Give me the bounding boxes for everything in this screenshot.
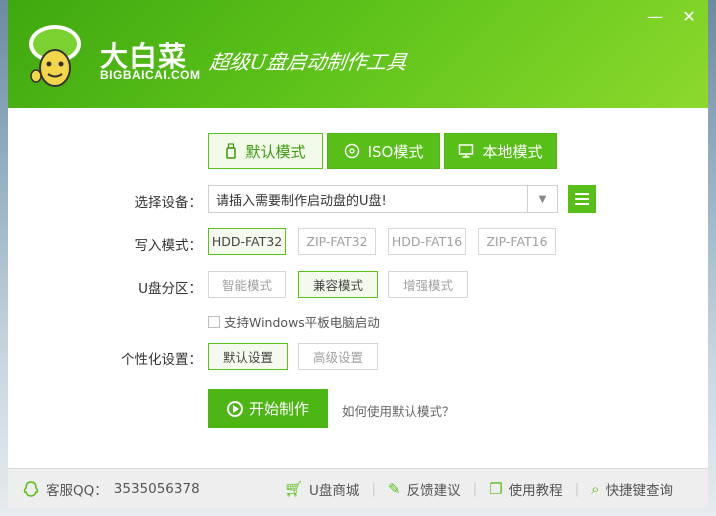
footer-shortcut-query[interactable]: ⌕ 快捷键查询 <box>591 479 673 499</box>
personalize-default-button[interactable]: 默认设置 <box>208 343 288 370</box>
search-icon: ⌕ <box>591 479 600 498</box>
chevron-down-icon[interactable]: ▼ <box>527 186 557 212</box>
disc-icon <box>344 143 359 159</box>
slogan: 超级U盘启动制作工具 <box>208 50 409 74</box>
start-button-label: 开始制作 <box>248 400 309 418</box>
device-label: 选择设备： <box>134 195 203 211</box>
feedback-icon: ✎ <box>388 479 401 498</box>
main-panel: 默认模式 ISO模式 本地模式 选择设备： 请插入需要制作启动盘的U盘! ▼ 写… <box>8 108 708 468</box>
footer-item-label: 使用教程 <box>508 482 563 499</box>
tablet-support-option[interactable]: 支持Windows平板电脑启动 <box>208 312 380 331</box>
window-controls: — ✕ <box>646 8 698 26</box>
write-mode-zip-fat32[interactable]: ZIP-FAT32 <box>298 228 376 255</box>
help-link[interactable]: 如何使用默认模式？ <box>342 401 455 420</box>
device-select-value: 请插入需要制作启动盘的U盘! <box>216 193 387 209</box>
book-icon: ❐ <box>489 479 503 498</box>
footer-usb-shop[interactable]: 🛒︎ U盘商城 <box>284 479 359 499</box>
footer-divider: | <box>371 480 376 497</box>
write-mode-label: 写入模式： <box>134 238 203 254</box>
qq-icon <box>23 480 39 497</box>
footer-divider: | <box>574 480 580 497</box>
footer-divider: | <box>472 480 478 497</box>
tab-label: 本地模式 <box>482 142 543 161</box>
partition-label: U盘分区： <box>138 281 202 297</box>
footer-item-label: U盘商城 <box>309 482 360 499</box>
footer-bar: 客服QQ： 3535056378 🛒︎ U盘商城 | ✎ 反馈建议 | ❐ 使用… <box>8 468 708 508</box>
write-mode-zip-fat16[interactable]: ZIP-FAT16 <box>478 228 556 255</box>
tab-iso-mode[interactable]: ISO模式 <box>327 133 440 169</box>
start-button[interactable]: 开始制作 <box>208 389 328 428</box>
monitor-icon <box>459 144 474 158</box>
mode-tabs: 默认模式 ISO模式 本地模式 <box>208 133 557 169</box>
personalize-advanced-button[interactable]: 高级设置 <box>298 343 378 370</box>
minimize-button[interactable]: — <box>646 8 664 26</box>
tablet-support-label: 支持Windows平板电脑启动 <box>224 315 380 330</box>
device-select[interactable]: 请插入需要制作启动盘的U盘! ▼ <box>208 185 558 213</box>
play-icon <box>226 400 243 417</box>
tab-label: ISO模式 <box>367 142 424 161</box>
customer-service-qq: 客服QQ： 3535056378 <box>22 479 262 499</box>
personalize-label: 个性化设置： <box>121 352 202 368</box>
menu-icon[interactable] <box>568 185 596 213</box>
footer-feedback[interactable]: ✎ 反馈建议 <box>388 479 461 499</box>
tab-local-mode[interactable]: 本地模式 <box>444 133 557 169</box>
usb-icon <box>226 143 237 159</box>
tab-label: 默认模式 <box>245 142 306 161</box>
footer-item-label: 反馈建议 <box>406 482 461 499</box>
partition-compatible-mode[interactable]: 兼容模式 <box>298 271 378 298</box>
brand-domain: BIGBAICAI.COM <box>100 68 201 82</box>
tablet-support-checkbox[interactable] <box>208 315 220 328</box>
tab-default-mode[interactable]: 默认模式 <box>208 133 323 169</box>
cabbage-mascot-icon <box>29 25 81 87</box>
qq-label: 客服QQ： <box>46 482 108 499</box>
partition-enhanced-mode[interactable]: 增强模式 <box>388 271 468 298</box>
cart-icon: 🛒︎ <box>284 479 304 498</box>
footer-item-label: 快捷键查询 <box>605 482 674 499</box>
qq-number: 3535056378 <box>113 480 200 497</box>
title-bar: — ✕ 大白菜 BIGBAICAI.COM 超级U盘启动制作工具 <box>8 0 708 108</box>
close-button[interactable]: ✕ <box>680 8 698 26</box>
footer-tutorial[interactable]: ❐ 使用教程 <box>489 479 562 499</box>
write-mode-hdd-fat32[interactable]: HDD-FAT32 <box>208 228 286 255</box>
partition-smart-mode[interactable]: 智能模式 <box>208 271 286 298</box>
write-mode-hdd-fat16[interactable]: HDD-FAT16 <box>388 228 466 255</box>
